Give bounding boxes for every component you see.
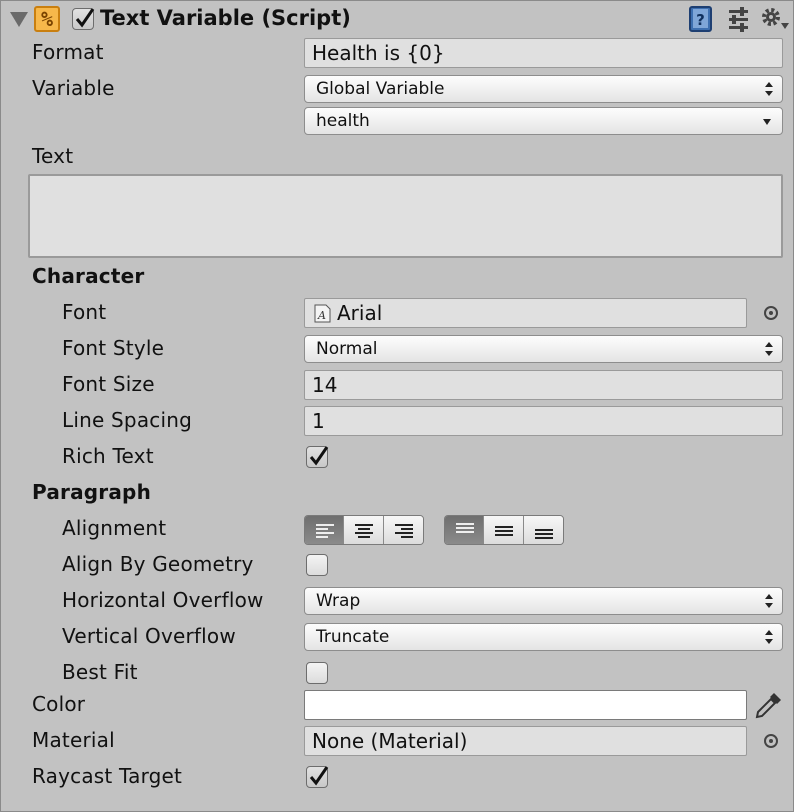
help-book-icon[interactable]: ?: [688, 6, 714, 32]
updown-arrows-icon: [765, 594, 773, 608]
align-top-icon: [456, 523, 474, 533]
font-size-input[interactable]: 14: [304, 370, 783, 400]
font-value: Arial: [337, 301, 383, 325]
vertical-overflow-label: Vertical Overflow: [62, 624, 236, 648]
best-fit-checkbox[interactable]: [306, 662, 328, 684]
align-by-geometry-label: Align By Geometry: [62, 552, 254, 576]
vertical-alignment-group: [444, 515, 564, 545]
rich-text-checkbox[interactable]: [306, 446, 329, 468]
rich-text-label: Rich Text: [62, 444, 154, 468]
best-fit-label: Best Fit: [62, 660, 138, 684]
raycast-target-label: Raycast Target: [32, 764, 183, 788]
svg-text:A: A: [317, 309, 326, 322]
material-object-field[interactable]: None (Material): [304, 726, 747, 756]
checkmark-icon: [75, 8, 95, 28]
chevron-down-icon: [763, 119, 771, 125]
font-asset-icon: A: [314, 304, 331, 323]
align-right-icon: [394, 524, 413, 538]
horizontal-alignment-group: [304, 515, 424, 545]
color-label: Color: [32, 692, 86, 716]
font-object-field[interactable]: A Arial: [304, 298, 747, 328]
font-style-dropdown[interactable]: Normal: [304, 335, 783, 363]
variable-name-dropdown[interactable]: health: [304, 107, 783, 135]
font-label: Font: [62, 300, 107, 324]
align-left-button[interactable]: [305, 516, 345, 544]
component-enabled-checkbox[interactable]: [72, 8, 95, 30]
align-bottom-button[interactable]: [523, 516, 563, 544]
gear-icon[interactable]: [760, 6, 790, 32]
variable-type-dropdown[interactable]: Global Variable: [304, 75, 783, 103]
align-middle-icon: [495, 526, 514, 536]
updown-arrows-icon: [765, 630, 773, 644]
horizontal-overflow-label: Horizontal Overflow: [62, 588, 264, 612]
text-label: Text: [32, 144, 74, 168]
component-header: % Text Variable (Script) ?: [0, 0, 794, 40]
align-top-button[interactable]: [445, 516, 485, 544]
character-heading: Character: [32, 264, 145, 288]
font-picker-icon[interactable]: [764, 306, 778, 320]
color-swatch-field[interactable]: [304, 690, 747, 720]
font-style-value: Normal: [316, 339, 378, 359]
raycast-target-checkbox[interactable]: [306, 766, 329, 788]
text-area[interactable]: [28, 174, 783, 258]
updown-arrows-icon: [765, 342, 773, 356]
svg-text:?: ?: [696, 11, 705, 29]
paragraph-heading: Paragraph: [32, 480, 152, 504]
align-right-button[interactable]: [383, 516, 423, 544]
align-left-icon: [316, 524, 334, 538]
vertical-overflow-value: Truncate: [316, 627, 390, 647]
format-input[interactable]: Health is {0}: [304, 38, 783, 68]
line-spacing-input[interactable]: 1: [304, 406, 783, 436]
checkmark-icon: [309, 446, 329, 466]
horizontal-overflow-value: Wrap: [316, 591, 361, 611]
vertical-overflow-dropdown[interactable]: Truncate: [304, 623, 783, 651]
percent-script-icon: %: [34, 6, 60, 32]
font-style-label: Font Style: [62, 336, 165, 360]
variable-label: Variable: [32, 76, 115, 100]
align-by-geometry-checkbox[interactable]: [306, 554, 328, 576]
align-center-icon: [355, 524, 374, 538]
preset-sliders-icon[interactable]: [726, 6, 750, 32]
align-center-button[interactable]: [344, 516, 384, 544]
checkmark-icon: [309, 766, 329, 786]
foldout-arrow-icon[interactable]: [10, 12, 28, 27]
format-label: Format: [32, 40, 104, 64]
eyedropper-icon[interactable]: [754, 690, 784, 720]
component-title: Text Variable (Script): [100, 6, 351, 30]
align-middle-button[interactable]: [484, 516, 524, 544]
variable-name-value: health: [316, 111, 370, 131]
align-bottom-icon: [534, 529, 553, 539]
line-spacing-label: Line Spacing: [62, 408, 193, 432]
material-picker-icon[interactable]: [764, 734, 778, 748]
material-label: Material: [32, 728, 115, 752]
updown-arrows-icon: [765, 82, 773, 96]
variable-type-value: Global Variable: [316, 79, 445, 99]
alignment-label: Alignment: [62, 516, 167, 540]
horizontal-overflow-dropdown[interactable]: Wrap: [304, 587, 783, 615]
font-size-label: Font Size: [62, 372, 155, 396]
